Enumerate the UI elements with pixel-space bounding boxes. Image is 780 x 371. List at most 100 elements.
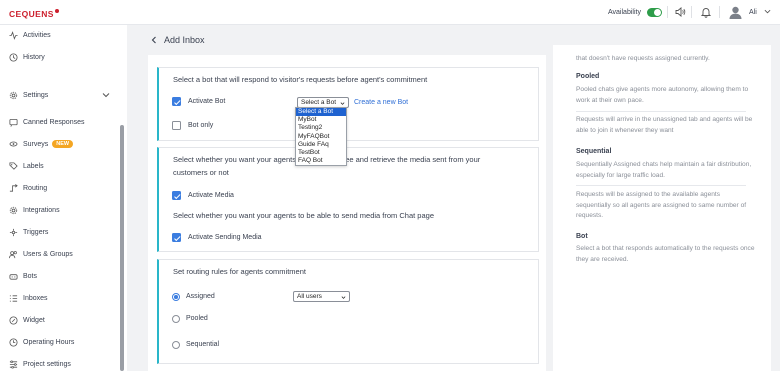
activate-media-checkbox[interactable] — [172, 191, 181, 200]
sidebar-scrollbar[interactable] — [120, 125, 124, 371]
sidebar-item-label: Project settings — [23, 360, 71, 368]
routing-option-label: Pooled — [186, 315, 208, 322]
sidebar-item-label: Operating Hours — [23, 338, 75, 346]
sidebar-item-label: History — [23, 53, 45, 61]
triggers-icon — [9, 228, 18, 236]
activate-sending-media-label: Activate Sending Media — [188, 234, 262, 241]
sidebar-item-label: Inboxes — [23, 294, 48, 302]
help-panel: that doesn't have requests assigned curr… — [553, 45, 771, 371]
create-new-bot-link[interactable]: Create a new Bot — [354, 99, 408, 106]
availability-label: Availability — [608, 9, 641, 16]
sidebar-item-triggers[interactable]: Triggers — [9, 226, 48, 238]
integrations-icon — [9, 206, 18, 214]
sidebar-item-label: Bots — [23, 272, 38, 280]
help-pooled-text: Pooled chats give agents more autonomy, … — [576, 86, 749, 104]
activate-sending-media-checkbox[interactable] — [172, 233, 181, 242]
sidebar-item-settings[interactable]: Settings — [9, 89, 48, 101]
sidebar-item-inboxes[interactable]: Inboxes — [9, 292, 48, 304]
bot-option[interactable]: Testing2 — [296, 124, 346, 132]
brand-logo[interactable]: CEQUENS — [9, 9, 59, 19]
sidebar-item-project-settings[interactable]: Project settings — [9, 358, 71, 370]
help-bot-text: Select a bot that responds automatically… — [576, 245, 755, 263]
label-icon — [9, 161, 18, 170]
sidebar-item-canned-responses[interactable]: Canned Responses — [9, 116, 85, 128]
activity-icon — [9, 30, 18, 40]
activate-bot-checkbox[interactable] — [172, 97, 181, 106]
sidebar-item-label: Widget — [23, 316, 45, 324]
new-badge: NEW — [52, 140, 74, 148]
sidebar-item-label: Labels — [23, 162, 44, 170]
help-bot-title: Bot — [576, 233, 588, 240]
sidebar-item-widget[interactable]: Widget — [9, 314, 45, 326]
bot-dropdown-list: Select a Bot MyBot Testing2 MyFAQBot Gui… — [295, 107, 347, 167]
sidebar-item-label: Routing — [23, 184, 48, 192]
chevron-down-icon[interactable] — [102, 91, 110, 99]
chevron-down-icon — [340, 102, 345, 105]
sidebar-item-label: Integrations — [23, 206, 60, 214]
routing-settings-card: Set routing rules for agents commitment … — [157, 259, 539, 364]
sidebar-item-activities[interactable]: Activities — [9, 29, 51, 41]
media-section-description-2: customers or not — [173, 168, 229, 177]
chevron-down-icon — [341, 296, 346, 299]
help-divider — [576, 111, 746, 112]
help-pooled-title: Pooled — [576, 73, 600, 80]
help-sequential-title: Sequential — [576, 148, 612, 155]
project-settings-icon — [9, 360, 18, 368]
bot-only-checkbox[interactable] — [172, 121, 181, 130]
speaker-icon[interactable] — [674, 6, 686, 18]
help-sequential-text: Sequentially Assigned chats help maintai… — [576, 161, 752, 179]
routing-option-sequential-radio[interactable] — [172, 341, 180, 349]
bot-option[interactable]: Guide FAq — [296, 141, 346, 149]
activate-media-label: Activate Media — [188, 192, 234, 199]
sidebar-item-history[interactable]: History — [9, 51, 45, 63]
users-select[interactable]: All users — [293, 291, 350, 302]
sidebar-item-users-groups[interactable]: Users & Groups — [9, 248, 73, 260]
bot-section-description: Select a bot that will respond to visito… — [173, 75, 428, 84]
routing-section-description: Set routing rules for agents commitment — [173, 267, 306, 276]
sidebar-item-label: Triggers — [23, 228, 49, 236]
sidebar-item-operating-hours[interactable]: Operating Hours — [9, 336, 74, 348]
routing-option-assigned-radio[interactable] — [172, 293, 180, 301]
activate-bot-label: Activate Bot — [188, 98, 226, 105]
help-pooled-text-2: Requests will arrive in the unassigned t… — [576, 116, 753, 134]
bot-option[interactable]: MyFAQBot — [296, 133, 346, 141]
media-settings-card: Select whether you want your agents to b… — [157, 147, 539, 252]
bell-icon[interactable] — [700, 6, 712, 18]
routing-icon — [9, 183, 18, 192]
surveys-icon — [9, 141, 18, 146]
bot-only-label: Bot only — [188, 122, 214, 129]
page-header: Add Inbox — [150, 35, 205, 45]
bot-option[interactable]: FAQ Bot — [296, 157, 346, 165]
routing-option-pooled-radio[interactable] — [172, 315, 180, 323]
sidebar-item-surveys[interactable]: Surveys NEW — [9, 138, 74, 150]
bot-option[interactable]: MyBot — [296, 116, 346, 124]
user-name: Ali — [749, 9, 757, 16]
availability-toggle[interactable] — [647, 8, 662, 17]
sidebar-item-label: Canned Responses — [23, 118, 85, 126]
widget-icon — [9, 315, 18, 325]
bot-option[interactable]: TestBot — [296, 149, 346, 157]
gear-icon — [9, 91, 18, 99]
sidebar: Activities History Settings Canned Respo… — [0, 25, 127, 371]
clock-icon — [9, 337, 18, 347]
routing-option-label: Sequential — [186, 341, 220, 348]
bot-settings-card: Select a bot that will respond to visito… — [157, 67, 539, 141]
sidebar-item-label: Surveys — [23, 140, 49, 148]
sidebar-item-label: Settings — [23, 91, 49, 99]
bot-option[interactable]: Select a Bot — [296, 108, 346, 117]
routing-option-label: Assigned — [186, 293, 215, 300]
help-intro-tail: that doesn't have requests assigned curr… — [576, 55, 710, 62]
history-icon — [9, 52, 18, 62]
users-groups-icon — [9, 250, 17, 258]
sidebar-item-routing[interactable]: Routing — [9, 182, 47, 194]
inboxes-icon — [9, 294, 18, 302]
bot-icon — [9, 273, 18, 280]
sidebar-item-labels[interactable]: Labels — [9, 160, 44, 172]
chevron-down-icon[interactable] — [764, 8, 771, 15]
page-title: Add Inbox — [164, 35, 205, 45]
sidebar-item-bots[interactable]: Bots — [9, 270, 37, 282]
avatar[interactable] — [728, 5, 743, 20]
sidebar-item-label: Activities — [23, 31, 51, 39]
back-chevron-icon[interactable] — [150, 36, 158, 44]
sidebar-item-integrations[interactable]: Integrations — [9, 204, 60, 216]
